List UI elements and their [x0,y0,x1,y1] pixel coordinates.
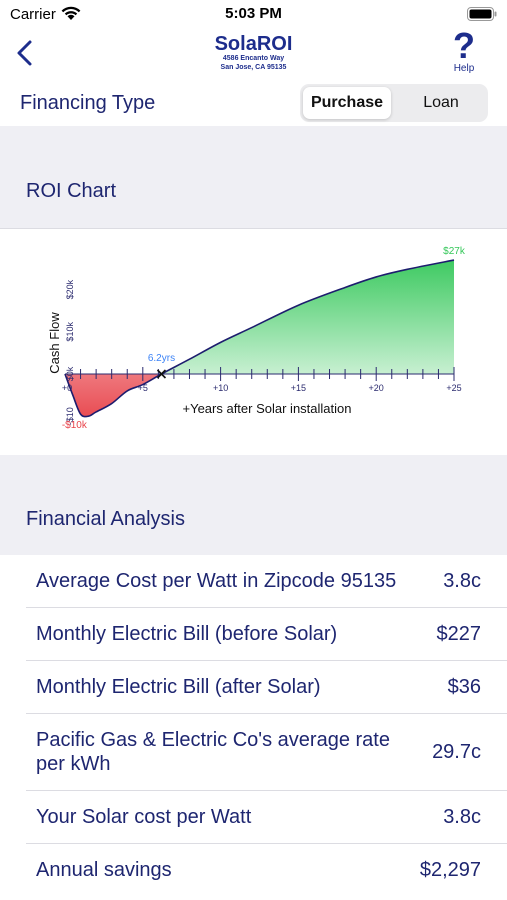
row-label: Annual savings [36,859,172,881]
x-tick-label: +10 [213,383,228,393]
list-row-utility-rate: Pacific Gas & Electric Co's average rate… [26,713,507,790]
financing-type-label: Financing Type [20,92,156,114]
nav-bar: SolaROI 4586 Encanto Way San Jose, CA 95… [0,28,507,80]
row-value: $227 [436,623,482,645]
financial-analysis-list: Average Cost per Watt in Zipcode 95135 3… [0,555,507,896]
financial-analysis-header: Financial Analysis [0,455,507,555]
roi-chart: +0 +5 +10 +15 +20 +25-$10$0k$10k$20kCash Flow… [47,246,466,431]
battery-icon [467,7,497,21]
list-row-avg-cost: Average Cost per Watt in Zipcode 95135 3… [26,555,507,607]
clock: 5:03 PM [225,5,282,22]
row-label: Average Cost per Watt in Zipcode 95135 [36,570,397,592]
roi-section-header: ROI Chart [0,126,507,228]
row-label-line-2: per kWh [36,753,111,775]
row-label-line-1: Pacific Gas & Electric Co's average rate [36,729,390,751]
row-label: Monthly Electric Bill (before Solar) [36,623,338,645]
x-tick-label: +15 [291,383,306,393]
row-value: $2,297 [419,859,481,881]
min-value-label: -$10k [62,420,88,431]
financial-analysis-title: Financial Analysis [26,508,185,530]
list-row-bill-before: Monthly Electric Bill (before Solar) $22… [26,607,507,660]
row-value: 3.8c [443,570,481,592]
segment-loan[interactable]: Loan [398,87,484,119]
list-row-bill-after: Monthly Electric Bill (after Solar) $36 [26,660,507,713]
help-icon: ? [453,25,475,66]
address-line-1: 4586 Encanto Way [222,55,285,62]
help-button[interactable]: ? Help [447,28,481,74]
financing-type-row: Financing Type Purchase Loan [0,80,507,126]
row-value: $36 [447,676,481,698]
y-tick-label: $20k [65,279,75,299]
x-axis-label: +Years after Solar installation [183,401,352,416]
segment-purchase[interactable]: Purchase [303,87,391,119]
list-row-solar-cost: Your Solar cost per Watt 3.8c [26,790,507,843]
list-row-annual-savings: Annual savings $2,297 [26,843,507,896]
row-value: 29.7c [432,741,481,763]
breakeven-label: 6.2yrs [148,353,175,364]
roi-chart-area: +0 +5 +10 +15 +20 +25 -$10 $0k $10k $20k Cash Flow… [0,228,507,456]
row-value: 3.8c [443,806,481,828]
financing-segmented-control: Purchase Loan [300,84,488,122]
status-bar: Carrier 5:03 PM [0,0,507,28]
app-title: SolaROI [214,33,293,55]
max-value-label: $27k [443,246,466,257]
address-line-2: San Jose, CA 95135 [220,64,287,71]
x-tick-label: +25 [446,383,461,393]
row-label: Your Solar cost per Watt [36,806,252,828]
app-brand: SolaROI 4586 Encanto Way San Jose, CA 95… [0,34,507,72]
x-tick-label: +20 [369,383,384,393]
y-tick-label: $10k [65,322,75,342]
row-label: Monthly Electric Bill (after Solar) [36,676,321,698]
y-axis-label: Cash Flow [47,312,62,374]
roi-section-title: ROI Chart [26,180,117,202]
